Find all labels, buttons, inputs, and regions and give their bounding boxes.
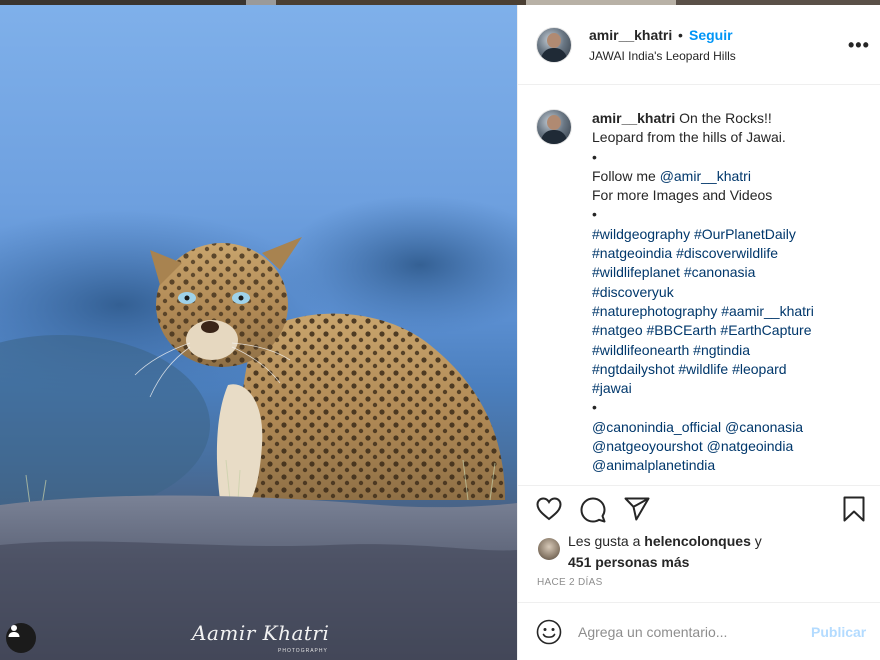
heart-icon[interactable] [536,497,562,526]
hashtag-links[interactable]: #ngtdailyshot #wildlife #leopard [592,360,867,379]
post-timestamp[interactable]: HACE 2 DÍAS [537,577,603,588]
author-avatar[interactable] [536,27,572,63]
post-details-panel: amir__khatri • Seguir JAWAI India's Leop… [517,5,880,660]
mention-links[interactable]: @animalplanetindia [592,456,867,475]
caption-author-avatar[interactable] [536,109,572,145]
caption-bullet: • [592,399,597,416]
follow-button[interactable]: Seguir [689,27,733,43]
liker-avatar[interactable] [538,538,560,560]
caption-bullet: • [592,148,597,165]
hashtag-links[interactable]: #naturephotography #aamir__khatri [592,302,867,321]
send-icon[interactable] [624,497,650,526]
hashtag-links[interactable]: #jawai [592,379,867,398]
liker-username[interactable]: helencolonques [644,533,751,549]
caption-username[interactable]: amir__khatri [592,110,675,126]
comment-icon[interactable] [580,497,606,528]
hashtag-links[interactable]: #wildlifeplanet #canonasia [592,263,867,282]
post-photo[interactable]: Aamir Khatri PHOTOGRAPHY [0,5,517,660]
more-options-icon[interactable]: ••• [848,35,870,56]
photo-watermark: Aamir Khatri [192,621,330,645]
hashtag-links[interactable]: #wildlifeonearth #ngtindia [592,341,867,360]
mention-links[interactable]: @canonindia_official @canonasia [592,418,867,437]
caption-line: For more Images and Videos [592,187,773,204]
hashtag-links[interactable]: #wildgeography #OurPlanetDaily [592,225,867,244]
separator-dot: • [678,27,683,43]
tagged-users-icon[interactable] [6,623,36,653]
mention-links[interactable]: @natgeoyourshot @natgeoindia [592,437,867,456]
hashtag-links[interactable]: #natgeoindia #discoverwildlife [592,244,867,263]
photo-watermark-subtitle: PHOTOGRAPHY [278,648,328,654]
likes-summary[interactable]: Les gusta a helencolonques y 451 persona… [568,531,818,573]
hashtag-links[interactable]: #natgeo #BBCEarth #EarthCapture [592,321,867,340]
comment-bar: Publicar [518,602,880,660]
caption-section: amir__khatri On the Rocks!! Leopard from… [518,85,880,485]
author-username[interactable]: amir__khatri [589,27,672,43]
publish-button[interactable]: Publicar [811,624,866,640]
caption-line: Leopard from the hills of Jawai. [592,129,786,146]
mention-link[interactable]: @amir__khatri [660,168,751,184]
hashtag-links[interactable]: #discoveryuk [592,283,867,302]
leopard-photo-illustration [0,195,517,660]
caption-bullet: • [592,206,597,223]
likes-conjunction: y [750,533,762,549]
post-caption: amir__khatri On the Rocks!! Leopard from… [592,109,867,476]
caption-line: Follow me [592,167,660,184]
emoji-icon[interactable] [536,619,562,650]
likes-prefix: Les gusta a [568,533,645,549]
caption-line: On the Rocks!! [675,110,772,126]
comment-input[interactable] [578,621,798,643]
bookmark-icon[interactable] [843,496,865,527]
post-header: amir__khatri • Seguir JAWAI India's Leop… [518,5,880,85]
likes-count[interactable]: 451 personas más [568,554,689,570]
post-location[interactable]: JAWAI India's Leopard Hills [589,49,736,63]
